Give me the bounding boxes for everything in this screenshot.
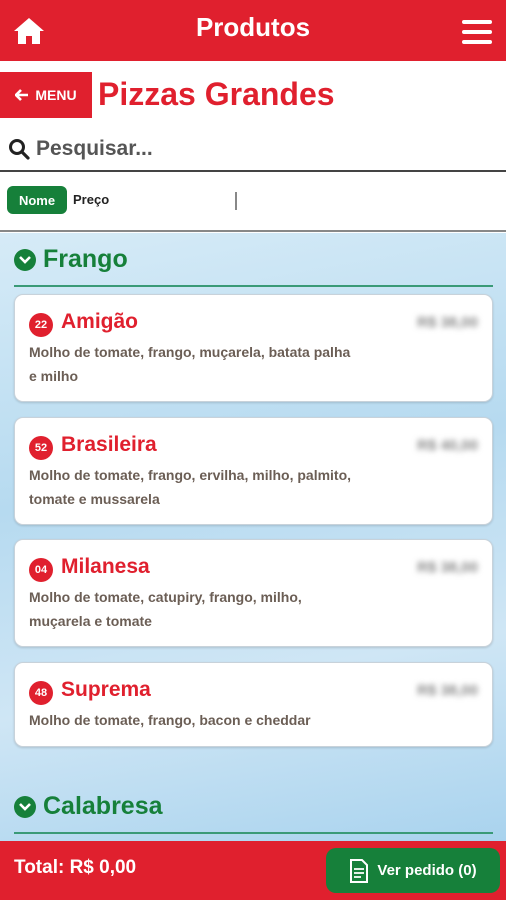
product-price: R$ 40,00 bbox=[417, 437, 478, 454]
product-card[interactable]: 04 Milanesa R$ 38,00 Molho de tomate, ca… bbox=[14, 539, 493, 647]
product-description: Molho de tomate, frango, muçarela, batat… bbox=[29, 344, 351, 384]
view-order-button[interactable]: Ver pedido (0) bbox=[326, 848, 500, 893]
document-icon bbox=[350, 858, 369, 883]
chevron-down-icon bbox=[14, 248, 36, 271]
product-card[interactable]: 52 Brasileira R$ 40,00 Molho de tomate, … bbox=[14, 417, 493, 525]
section-divider bbox=[14, 832, 493, 834]
product-description: Molho de tomate, catupiry, frango, milho… bbox=[29, 589, 302, 629]
order-footer: Total: R$ 0,00 Ver pedido (0) bbox=[0, 841, 506, 900]
product-list[interactable]: Frango 22 Amigão R$ 38,00 Molho de tomat… bbox=[0, 233, 506, 841]
product-name: Suprema bbox=[61, 678, 151, 701]
section-title: Calabresa bbox=[43, 792, 163, 820]
product-code-badge: 48 bbox=[29, 681, 53, 705]
arrow-left-icon bbox=[15, 89, 29, 101]
section-title: Frango bbox=[43, 245, 128, 273]
sort-by-price-button[interactable]: Preço bbox=[73, 192, 109, 207]
product-code-badge: 52 bbox=[29, 436, 53, 460]
search-icon bbox=[9, 139, 30, 160]
product-code-badge: 22 bbox=[29, 313, 53, 337]
search-bar bbox=[0, 128, 506, 172]
section-divider bbox=[14, 285, 493, 287]
sort-bar: Nome Preço bbox=[0, 174, 506, 232]
back-to-menu-button[interactable]: MENU bbox=[0, 72, 92, 118]
product-description: Molho de tomate, frango, bacon e cheddar bbox=[29, 712, 311, 728]
category-bar: MENU Pizzas Grandes bbox=[0, 70, 506, 122]
app-header: Produtos bbox=[0, 0, 506, 61]
product-price: R$ 38,00 bbox=[417, 682, 478, 699]
product-card[interactable]: 22 Amigão R$ 38,00 Molho de tomate, fran… bbox=[14, 294, 493, 402]
product-price: R$ 38,00 bbox=[417, 559, 478, 576]
section-header-frango[interactable]: Frango bbox=[14, 245, 128, 274]
search-input[interactable] bbox=[36, 137, 476, 161]
divider bbox=[235, 192, 237, 210]
back-button-label: MENU bbox=[35, 87, 77, 103]
chevron-down-icon bbox=[14, 795, 36, 818]
sort-by-name-button[interactable]: Nome bbox=[7, 186, 67, 214]
category-title: Pizzas Grandes bbox=[98, 76, 335, 112]
product-name: Amigão bbox=[61, 310, 139, 333]
hamburger-icon[interactable] bbox=[462, 20, 492, 44]
product-code-badge: 04 bbox=[29, 558, 53, 582]
section-header-calabresa[interactable]: Calabresa bbox=[14, 792, 163, 821]
view-order-label: Ver pedido (0) bbox=[377, 862, 477, 879]
order-total: Total: R$ 0,00 bbox=[14, 857, 137, 878]
product-price: R$ 38,00 bbox=[417, 314, 478, 331]
product-name: Brasileira bbox=[61, 433, 157, 456]
page-title: Produtos bbox=[195, 12, 311, 42]
product-name: Milanesa bbox=[61, 555, 150, 578]
product-card[interactable]: 48 Suprema R$ 38,00 Molho de tomate, fra… bbox=[14, 662, 493, 747]
product-description: Molho de tomate, frango, ervilha, milho,… bbox=[29, 467, 352, 507]
